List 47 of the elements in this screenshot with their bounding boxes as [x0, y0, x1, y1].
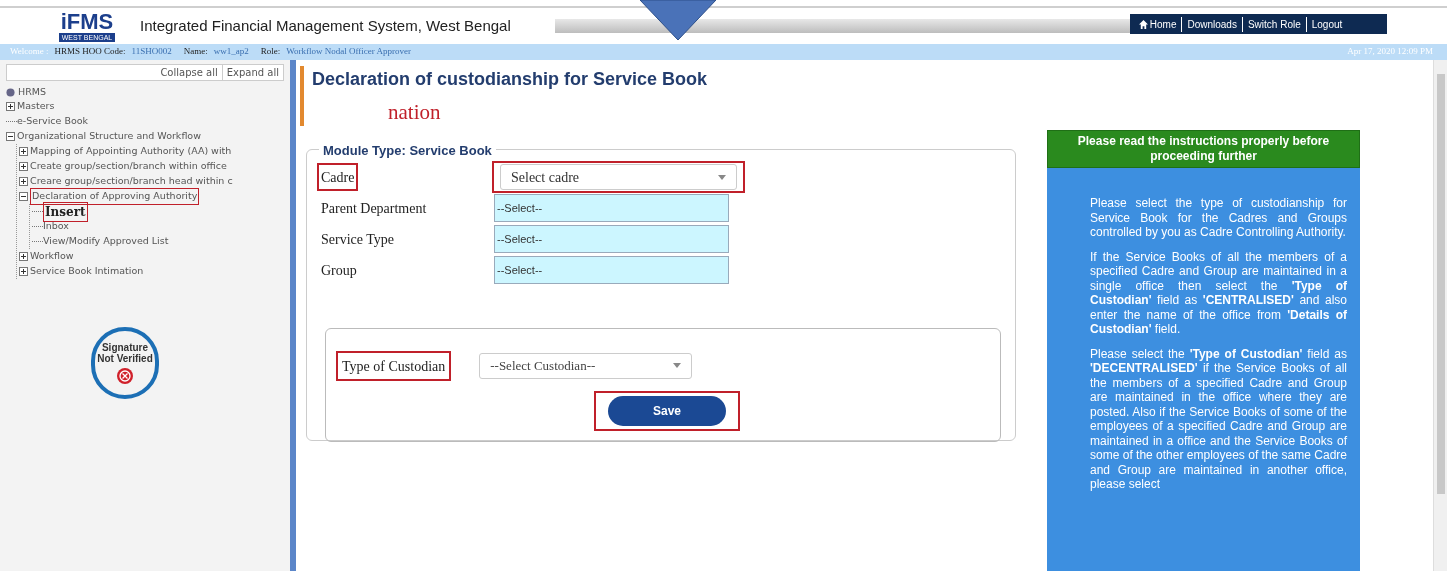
collapse-all-button[interactable]: Collapse all: [156, 65, 223, 80]
select-field[interactable]: --Select--: [494, 194, 729, 222]
tree-item[interactable]: Creare group/section/branch head within c: [30, 174, 233, 189]
role-value: Workflow Nodal Officer Approver: [286, 45, 412, 59]
nav-link[interactable]: Home: [1133, 16, 1183, 32]
field-label: Cadre: [321, 170, 355, 185]
select-field[interactable]: --Select--: [494, 225, 729, 253]
name-value: ww1_ap2: [213, 45, 249, 59]
instruction-paragraph: If the Service Books of all the members of a specified Cadre and Group are maintained in a single office then select the 'Type of Custodian' field as 'CENTRALISED' and also enter the name of the office from 'Details of Custodian' field.: [1090, 249, 1347, 337]
field-label: Service Type: [321, 232, 394, 247]
tree-item[interactable]: Mapping of Appointing Authority (AA) with: [30, 144, 232, 159]
instructions-heading: Please read the instructions properly before proceeding further: [1047, 130, 1360, 168]
date-time: Apr 17, 2020 12:09 PM: [1347, 45, 1433, 59]
save-button[interactable]: Save: [608, 395, 726, 426]
tree-item[interactable]: Create group/section/branch within office: [30, 159, 227, 174]
tree-item[interactable]: Organizational Structure and Workflow: [17, 129, 201, 144]
nav-link[interactable]: Downloads: [1182, 16, 1243, 32]
tree-item[interactable]: View/Modify Approved List: [43, 234, 169, 249]
cadre-dropdown[interactable]: Select cadre: [500, 164, 737, 190]
signature-text: Signature: [101, 341, 149, 353]
tree-item[interactable]: Insert: [43, 201, 88, 222]
welcome-text: Welcome :: [10, 45, 49, 59]
nav-link[interactable]: Logout: [1306, 16, 1348, 32]
app-title: Integrated Financial Management System, West Bengal: [140, 15, 511, 36]
code-value: 11SHO002: [131, 45, 172, 59]
tree-item[interactable]: Inbox: [43, 219, 69, 234]
page-title: Declaration of custodianship for Service Book: [312, 68, 708, 91]
overlay-text: nation: [388, 99, 442, 126]
tree-item[interactable]: Workflow: [30, 249, 74, 264]
expand-all-button[interactable]: Expand all: [222, 65, 283, 80]
tree-item[interactable]: Masters: [17, 99, 55, 114]
tree-item[interactable]: e-Service Book: [17, 114, 89, 129]
instruction-paragraph: Please select the type of custodianship for Service Book for the Cadres and Groups controlled by you as Cadre Controlling Authority.: [1090, 196, 1347, 240]
custodian-dropdown[interactable]: --Select Custodian--: [479, 352, 693, 379]
not-verified-text: Not Verified: [97, 352, 153, 364]
code-label: HRMS HOO Code:: [54, 45, 126, 59]
select-field[interactable]: --Select--: [494, 256, 729, 284]
name-label: Name:: [183, 45, 208, 59]
field-label: Type of Custodian: [342, 358, 446, 374]
nav-link[interactable]: Switch Role: [1242, 16, 1307, 32]
role-label: Role:: [260, 45, 281, 59]
tree-root[interactable]: HRMS: [18, 84, 46, 100]
tree-item[interactable]: Service Book Intimation: [30, 264, 144, 279]
tree-item[interactable]: Declaration of Approving Authority: [30, 188, 200, 205]
field-label: Group: [321, 263, 357, 278]
instruction-paragraph: Please select the 'Type of Custodian' field as 'DECENTRALISED' if the Service Books of all the members of a specified Cadre and Group are maintained in the office where they are posted. Also if the Service Books of some of the employees of a specified Cadre and Group are maintained in a office and the Service Books of some of the other employees of the same Cadre and Group are maintained in another office, please select: [1090, 346, 1347, 492]
field-label: Parent Department: [321, 201, 427, 216]
